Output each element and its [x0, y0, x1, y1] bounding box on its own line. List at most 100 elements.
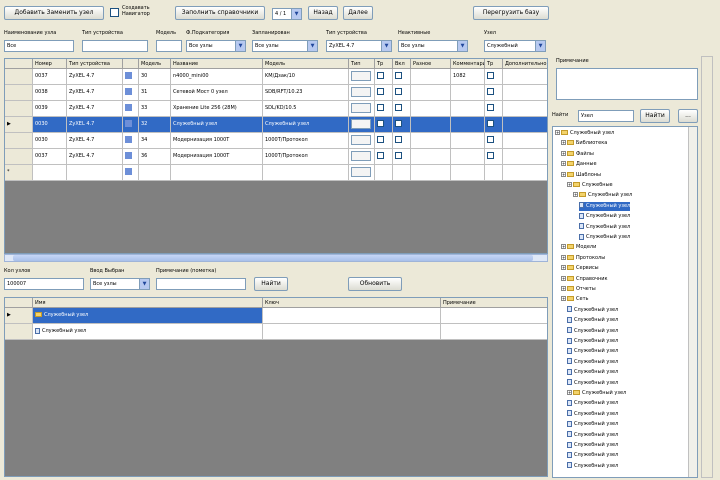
row-checkbox[interactable] — [377, 104, 384, 111]
back-button[interactable]: Назад — [308, 6, 338, 20]
expand-icon[interactable]: + — [561, 286, 566, 291]
next-button[interactable]: Далее — [343, 6, 373, 20]
row-edit-button[interactable] — [351, 150, 371, 161]
lower-filter-input[interactable] — [156, 278, 246, 290]
row-edit-button[interactable] — [351, 86, 371, 97]
row-edit-button[interactable] — [351, 166, 371, 177]
tree-node[interactable]: + Протоколы — [561, 254, 605, 263]
panel-scrollbar[interactable] — [701, 56, 713, 478]
tree-node[interactable]: + Данные — [561, 160, 597, 169]
table-row[interactable]: 0039 ZyXEL 4.7 33 Хранение Lite 256 (28M) SD… — [5, 101, 547, 117]
row-checkbox[interactable] — [487, 104, 494, 111]
row-checkbox[interactable] — [395, 120, 402, 127]
nodes-grid[interactable]: Номер Тип устройства Модель Название Модель Т… — [4, 58, 548, 254]
horizontal-scrollbar[interactable] — [4, 254, 548, 262]
row-edit-button[interactable] — [351, 118, 371, 129]
column-header[interactable]: Модель — [139, 59, 171, 69]
tree-node[interactable]: Служебный узел — [579, 223, 630, 232]
filter-combo[interactable]: ZyXEL 4.7 ▼ — [326, 40, 392, 52]
row-checkbox[interactable] — [487, 136, 494, 143]
filter-input[interactable] — [156, 40, 182, 52]
tree-node[interactable]: Служебный узел — [567, 441, 618, 450]
row-checkbox[interactable] — [377, 120, 384, 127]
tree-node[interactable]: + Файлы — [561, 150, 594, 159]
table-row[interactable]: 0030 ZyXEL 4.7 34 Модернизация 1000Т 1000Т/П… — [5, 133, 547, 149]
expand-icon[interactable]: + — [567, 390, 572, 395]
expand-icon[interactable]: + — [555, 130, 560, 135]
tree-node[interactable]: Служебный узел — [567, 337, 618, 346]
row-checkbox[interactable] — [377, 88, 384, 95]
add-node-button[interactable]: Добавить Заменить узел — [4, 6, 104, 20]
column-header[interactable]: Тр — [485, 59, 503, 69]
tree-node[interactable]: + Служебный узел — [555, 129, 614, 138]
tree-node[interactable]: Служебный узел — [567, 379, 618, 388]
column-header[interactable]: Разное — [411, 59, 451, 69]
find-button[interactable]: Найти — [254, 277, 288, 291]
expand-icon[interactable]: + — [561, 296, 566, 302]
tree-scrollbar[interactable] — [688, 127, 697, 477]
node-tree[interactable]: + Служебный узел + Библиотека + Файлы + Данные +… — [552, 126, 698, 478]
tree-node[interactable]: Служебный узел — [567, 368, 618, 377]
tree-node[interactable]: Служебный узел — [579, 212, 630, 221]
table-row[interactable]: * — [5, 165, 547, 181]
tree-node[interactable]: Служебный узел — [567, 306, 618, 315]
expand-icon[interactable]: + — [567, 182, 572, 187]
column-header[interactable]: Вкл — [393, 59, 411, 69]
row-edit-button[interactable] — [351, 102, 371, 113]
tree-node[interactable]: Служебный узел — [567, 410, 618, 419]
expand-icon[interactable]: + — [561, 275, 566, 281]
expand-icon[interactable]: + — [561, 254, 566, 260]
table-row[interactable]: 0037 ZyXEL 4.7 36 Модернизация 1000Т 1000Т/П… — [5, 149, 547, 165]
tree-node[interactable]: Служебный узел — [567, 347, 618, 356]
fill-references-button[interactable]: Заполнить справочники — [175, 6, 265, 20]
filter-input[interactable]: Все — [4, 40, 74, 52]
tree-node[interactable]: + Отчеты — [561, 285, 596, 294]
refresh-button[interactable]: Обновить — [348, 277, 402, 291]
filter-input[interactable] — [82, 40, 148, 52]
row-checkbox[interactable] — [395, 88, 402, 95]
expand-icon[interactable]: + — [561, 140, 566, 146]
tree-node[interactable]: + Сеть — [561, 295, 588, 304]
reload-base-button[interactable]: Перегрузить базу — [473, 6, 549, 20]
tree-node[interactable]: + Служебный узел — [573, 191, 632, 200]
table-row[interactable]: ▶ Служебный узел — [5, 308, 547, 324]
search-find-button[interactable]: Найти — [640, 109, 670, 123]
row-checkbox[interactable] — [377, 136, 384, 143]
table-row[interactable]: ▶ 0030 ZyXEL 4.7 32 Служебный узел Служебный … — [5, 117, 547, 133]
tree-node[interactable]: Служебный узел — [567, 358, 618, 367]
table-row[interactable]: 0038 ZyXEL 4.7 31 Сетевой Мост 0 узел SDB/RF… — [5, 85, 547, 101]
column-header[interactable]: Дополнительно — [503, 59, 547, 69]
filter-combo[interactable]: Все узлы ▼ — [186, 40, 246, 52]
search-input[interactable]: Узел — [578, 110, 634, 122]
tree-node[interactable]: Служебный узел — [567, 462, 618, 471]
row-checkbox[interactable] — [377, 72, 384, 79]
filter-combo[interactable]: Все узлы ▼ — [252, 40, 318, 52]
tree-node[interactable]: Служебный узел — [567, 327, 618, 336]
tree-node[interactable]: + Шаблоны — [561, 171, 601, 180]
column-header[interactable]: Примечание — [441, 298, 547, 308]
tree-node[interactable]: Служебный узел — [567, 431, 618, 440]
tree-node[interactable]: + Модели — [561, 243, 596, 252]
row-checkbox[interactable] — [487, 152, 494, 159]
column-header[interactable]: Имя — [33, 298, 263, 308]
tree-node[interactable]: + Справочник — [561, 275, 608, 284]
column-header[interactable]: Тр — [375, 59, 393, 69]
tree-node[interactable]: + Служебные — [567, 181, 613, 190]
tree-node[interactable]: Служебный узел — [567, 420, 618, 429]
expand-icon[interactable]: + — [561, 244, 566, 250]
column-header[interactable]: Комментарий — [451, 59, 485, 69]
expand-icon[interactable]: + — [561, 265, 566, 271]
lower-filter-input[interactable]: 100007 — [4, 278, 84, 290]
row-checkbox[interactable] — [377, 152, 384, 159]
column-header[interactable]: Тип устройства — [67, 59, 123, 69]
tree-node[interactable]: Служебный узел — [567, 316, 618, 325]
column-header[interactable]: Название — [171, 59, 263, 69]
navigator-checkbox[interactable] — [110, 8, 119, 17]
expand-icon[interactable]: + — [561, 171, 566, 177]
tree-node[interactable]: Служебный узел — [579, 233, 630, 242]
tree-node[interactable]: + Библиотека — [561, 139, 607, 148]
column-header[interactable] — [5, 59, 33, 69]
row-checkbox[interactable] — [487, 88, 494, 95]
row-checkbox[interactable] — [395, 104, 402, 111]
filter-combo[interactable]: Служебный ▼ — [484, 40, 546, 52]
